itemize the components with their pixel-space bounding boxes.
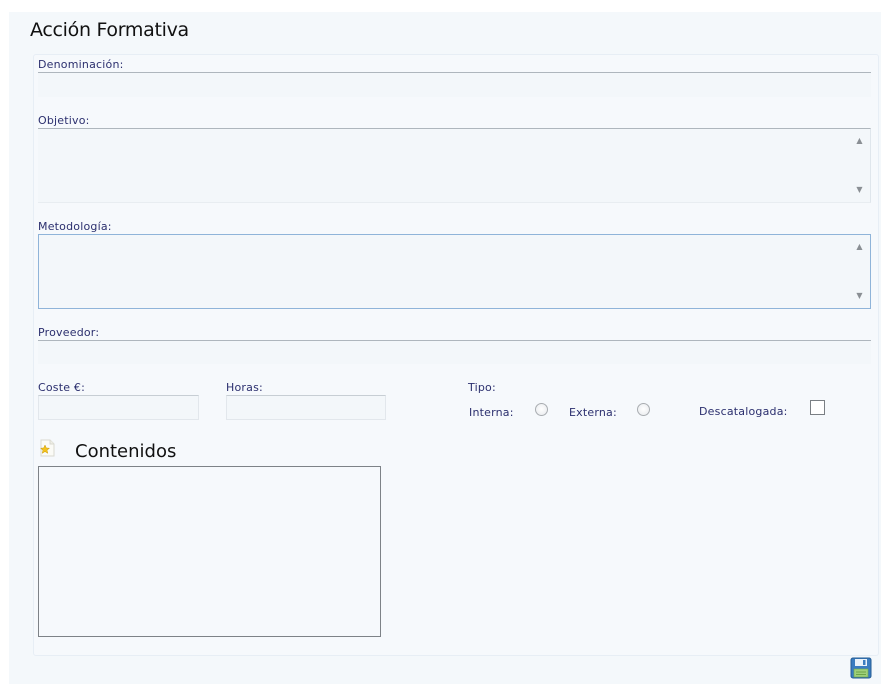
- horas-label: Horas:: [226, 381, 263, 394]
- metodologia-textarea[interactable]: ▲ ▼: [38, 234, 871, 309]
- scroll-down-arrow-icon[interactable]: ▼: [855, 186, 864, 194]
- interna-label: Interna:: [469, 406, 514, 419]
- metodologia-label: Metodología:: [38, 220, 112, 233]
- scroll-up-arrow-icon[interactable]: ▲: [855, 243, 864, 251]
- objetivo-label: Objetivo:: [38, 114, 90, 127]
- contenidos-list[interactable]: [38, 466, 381, 637]
- form-title: Acción Formativa: [30, 19, 189, 41]
- tipo-label: Tipo:: [468, 381, 496, 394]
- scroll-down-arrow-icon[interactable]: ▼: [855, 292, 864, 300]
- coste-input[interactable]: [38, 395, 199, 420]
- star-document-icon: [38, 439, 56, 457]
- proveedor-input[interactable]: [38, 340, 871, 364]
- objetivo-textarea[interactable]: ▲ ▼: [38, 128, 871, 203]
- scroll-up-arrow-icon[interactable]: ▲: [855, 137, 864, 145]
- coste-label: Coste €:: [38, 381, 86, 394]
- denominacion-input[interactable]: [38, 72, 871, 97]
- save-icon[interactable]: [850, 657, 872, 679]
- denominacion-label: Denominación:: [38, 58, 124, 71]
- proveedor-label: Proveedor:: [38, 326, 100, 339]
- descatalogada-checkbox[interactable]: [810, 400, 825, 415]
- horas-input[interactable]: [226, 395, 386, 420]
- descatalogada-label: Descatalogada:: [699, 405, 788, 418]
- externa-label: Externa:: [569, 406, 617, 419]
- interna-radio[interactable]: [535, 403, 548, 416]
- contenidos-title: Contenidos: [75, 441, 177, 462]
- externa-radio[interactable]: [637, 403, 650, 416]
